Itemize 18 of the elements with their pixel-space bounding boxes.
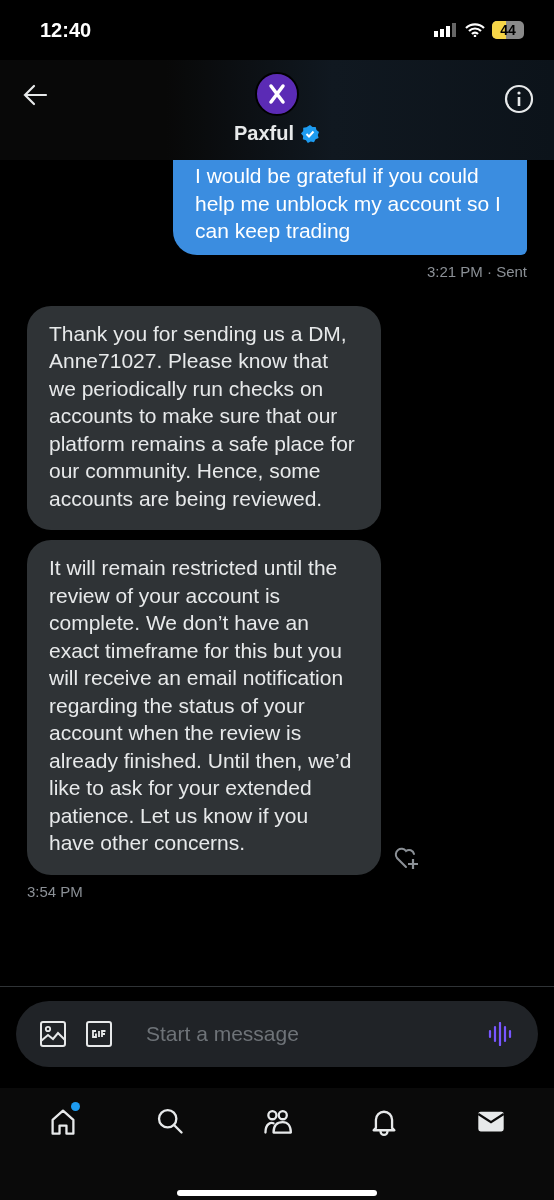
image-button[interactable]	[40, 1021, 66, 1047]
message-timestamp: 3:54 PM	[27, 882, 84, 900]
verified-badge-icon	[300, 123, 320, 144]
contact-name: Paxful	[234, 122, 294, 145]
avatar-icon[interactable]	[255, 72, 299, 116]
gif-icon	[86, 1021, 112, 1047]
voice-message-button[interactable]	[488, 1022, 514, 1046]
message-timestamp: 3:21 PM · Sent	[426, 262, 527, 280]
image-icon	[40, 1021, 66, 1047]
wifi-icon	[465, 23, 485, 37]
sound-wave-icon	[488, 1022, 514, 1046]
status-time: 12:40	[40, 18, 92, 42]
signal-icon	[434, 23, 458, 37]
message-bubble: I would be grateful if you could help me unblock my account so I can keep trading	[173, 160, 527, 255]
message-bubble: Thank you for sending us a DM, Anne71027. Please know that we periodically run checks on accounts to make sure that our platform remains a safe place for our community. Hence, some accounts are being reviewed.	[27, 305, 381, 530]
search-icon	[155, 1106, 186, 1136]
gif-button[interactable]	[86, 1021, 112, 1047]
message-bubble: It will remain restricted until the review of your account is complete. We don’t have an exact timeframe for this but you will receive an email notification regarding the status of your account when the review is already finished. Until then, we’d like to ask for your extended patience. Let us know if you have other concerns.	[27, 540, 381, 875]
